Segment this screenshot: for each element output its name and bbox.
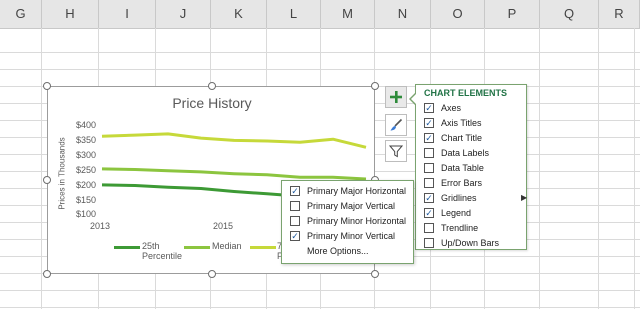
legend-swatch-median <box>184 246 210 249</box>
series-line-1[interactable] <box>101 167 367 181</box>
legend-swatch-25th <box>114 246 140 249</box>
chart-element-label: Error Bars <box>441 178 483 188</box>
chart-element-axis-titles[interactable]: ✓ Axis Titles <box>424 117 524 131</box>
checkmark-icon[interactable]: ✓ <box>424 193 434 203</box>
column-header-k[interactable]: K <box>211 0 267 28</box>
gridline-option-label: Primary Major Horizontal <box>307 186 407 196</box>
gridline-option-label: Primary Minor Vertical <box>307 231 396 241</box>
chart-element-legend[interactable]: ✓ Legend <box>424 207 524 221</box>
column-header-q[interactable]: Q <box>540 0 599 28</box>
chart-elements-title: CHART ELEMENTS <box>424 88 507 98</box>
grid-line <box>41 28 42 309</box>
submenu-arrow-icon[interactable]: ▶ <box>521 193 527 202</box>
grid-line <box>539 28 540 309</box>
chart-element-gridlines[interactable]: ✓ Gridlines ▶ <box>424 192 527 206</box>
chart-element-label: Axes <box>441 103 462 113</box>
gridline-option-primary-minor-horizontal[interactable]: Primary Minor Horizontal <box>290 215 410 229</box>
more-options-link[interactable]: More Options... <box>290 245 410 259</box>
legend-label-25th[interactable]: 25th Percentile <box>142 241 182 261</box>
chart-element-label: Gridlines <box>441 193 477 203</box>
gridlines-submenu: ✓ Primary Major Horizontal Primary Major V… <box>281 180 414 264</box>
chart-element-label: Trendline <box>441 223 479 233</box>
checkbox[interactable] <box>424 223 434 233</box>
column-header-o[interactable]: O <box>431 0 485 28</box>
chart-elements-panel: CHART ELEMENTS ✓ Axes ✓ Axis Titles ✓ Chart T… <box>415 84 527 250</box>
checkbox[interactable] <box>424 163 434 173</box>
resize-handle-bottom-left[interactable] <box>43 270 51 278</box>
chart-element-label: Up/Down Bars <box>441 238 500 248</box>
gridline-option-primary-major-horizontal[interactable]: ✓ Primary Major Horizontal <box>290 185 410 199</box>
checkmark-icon[interactable]: ✓ <box>424 103 434 113</box>
grid-line <box>0 52 640 53</box>
filter-icon <box>389 145 403 158</box>
checkbox[interactable] <box>424 148 434 158</box>
panel-pointer-fill <box>411 93 417 105</box>
checkbox[interactable] <box>424 178 434 188</box>
legend-label-median[interactable]: Median <box>212 241 242 251</box>
paintbrush-icon <box>390 118 403 131</box>
chart-element-up-down-bars[interactable]: Up/Down Bars <box>424 237 524 251</box>
grid-line <box>598 28 599 309</box>
resize-handle-bottom[interactable] <box>208 270 216 278</box>
checkbox[interactable] <box>424 238 434 248</box>
chart-element-label: Legend <box>441 208 472 218</box>
chart-element-label: Chart Title <box>441 133 483 143</box>
resize-handle-top-right[interactable] <box>371 82 379 90</box>
chart-filters-button[interactable] <box>385 140 407 162</box>
column-header-h[interactable]: H <box>42 0 99 28</box>
chart-element-chart-title[interactable]: ✓ Chart Title <box>424 132 524 146</box>
column-header-j[interactable]: J <box>156 0 211 28</box>
grid-line <box>0 290 640 291</box>
plus-icon <box>390 91 402 103</box>
chart-element-error-bars[interactable]: Error Bars <box>424 177 524 191</box>
chart-element-axes[interactable]: ✓ Axes <box>424 102 524 116</box>
chart-element-label: Data Labels <box>441 148 490 158</box>
column-header-r[interactable]: R <box>599 0 640 28</box>
chart-element-label: Data Table <box>441 163 484 173</box>
checkmark-icon[interactable]: ✓ <box>290 231 300 241</box>
checkmark-icon[interactable]: ✓ <box>424 118 434 128</box>
gridline-option-primary-minor-vertical[interactable]: ✓ Primary Minor Vertical <box>290 230 410 244</box>
legend-swatch-75th <box>250 246 276 249</box>
checkmark-icon[interactable]: ✓ <box>424 133 434 143</box>
gridline-option-label: Primary Major Vertical <box>307 201 396 211</box>
column-header-p[interactable]: P <box>485 0 540 28</box>
checkbox[interactable] <box>290 201 300 211</box>
resize-handle-left[interactable] <box>43 176 51 184</box>
gridline-option-primary-major-vertical[interactable]: Primary Major Vertical <box>290 200 410 214</box>
series-line-2[interactable] <box>101 132 367 149</box>
column-header-m[interactable]: M <box>321 0 375 28</box>
column-header-g[interactable]: G <box>0 0 42 28</box>
checkmark-icon[interactable]: ✓ <box>290 186 300 196</box>
chart-element-label: Axis Titles <box>441 118 482 128</box>
more-options-label: More Options... <box>307 246 369 256</box>
gridline-option-label: Primary Minor Horizontal <box>307 216 407 226</box>
chart-elements-button[interactable] <box>385 86 407 108</box>
grid-line <box>0 69 640 70</box>
column-header-l[interactable]: L <box>267 0 321 28</box>
resize-handle-top[interactable] <box>208 82 216 90</box>
column-header-n[interactable]: N <box>375 0 431 28</box>
checkmark-icon[interactable]: ✓ <box>424 208 434 218</box>
grid-line <box>634 28 635 309</box>
grid-line <box>0 307 640 308</box>
resize-handle-bottom-right[interactable] <box>371 270 379 278</box>
resize-handle-top-left[interactable] <box>43 82 51 90</box>
chart-styles-button[interactable] <box>385 114 407 136</box>
checkbox[interactable] <box>290 216 300 226</box>
chart-element-data-table[interactable]: Data Table <box>424 162 524 176</box>
legend-label-line: Percentile <box>142 251 183 261</box>
column-header-row: G H I J K L M N O P Q R <box>0 0 640 29</box>
column-header-i[interactable]: I <box>99 0 156 28</box>
chart-element-trendline[interactable]: Trendline <box>424 222 524 236</box>
legend-label-line: 25th <box>142 241 160 251</box>
chart-element-data-labels[interactable]: Data Labels <box>424 147 524 161</box>
